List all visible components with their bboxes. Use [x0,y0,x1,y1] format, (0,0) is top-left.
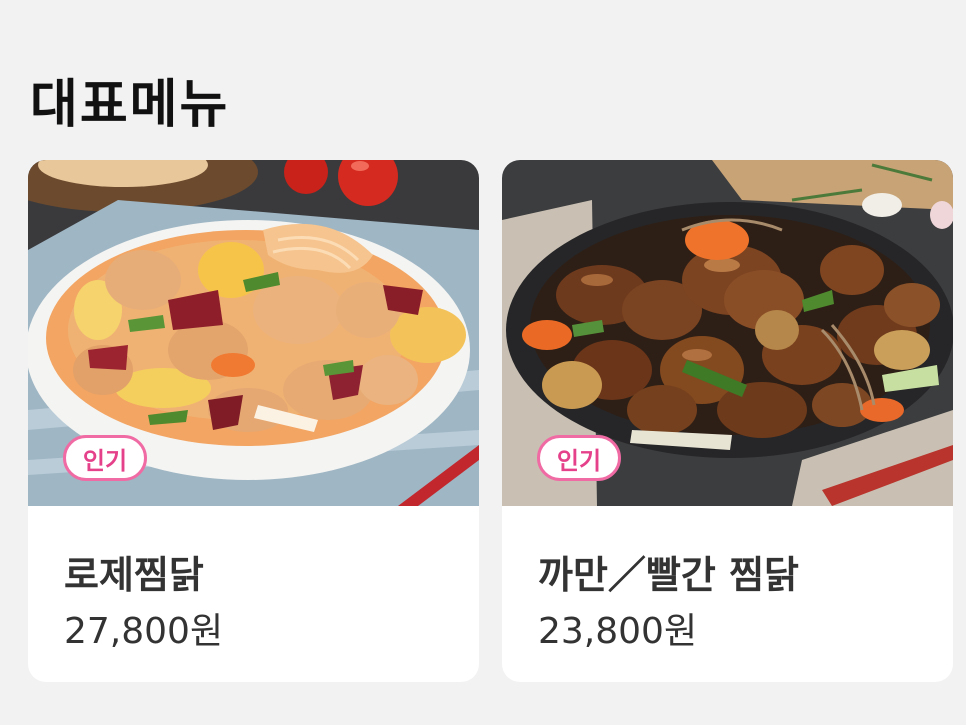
popular-badge: 인기 [537,435,621,481]
menu-price: 27,800원 [64,611,224,652]
menu-card-black-red-jjimdak[interactable]: 인기 까만／빨간 찜닭 23,800원 [502,160,953,682]
menu-name: 까만／빨간 찜닭 [538,553,799,597]
menu-name: 로제찜닭 [64,553,204,597]
menu-price: 23,800원 [538,611,698,652]
popular-badge: 인기 [63,435,147,481]
section-title: 대표메뉴 [30,75,230,135]
menu-card-rose-jjimdak[interactable]: 인기 로제찜닭 27,800원 [28,160,479,682]
